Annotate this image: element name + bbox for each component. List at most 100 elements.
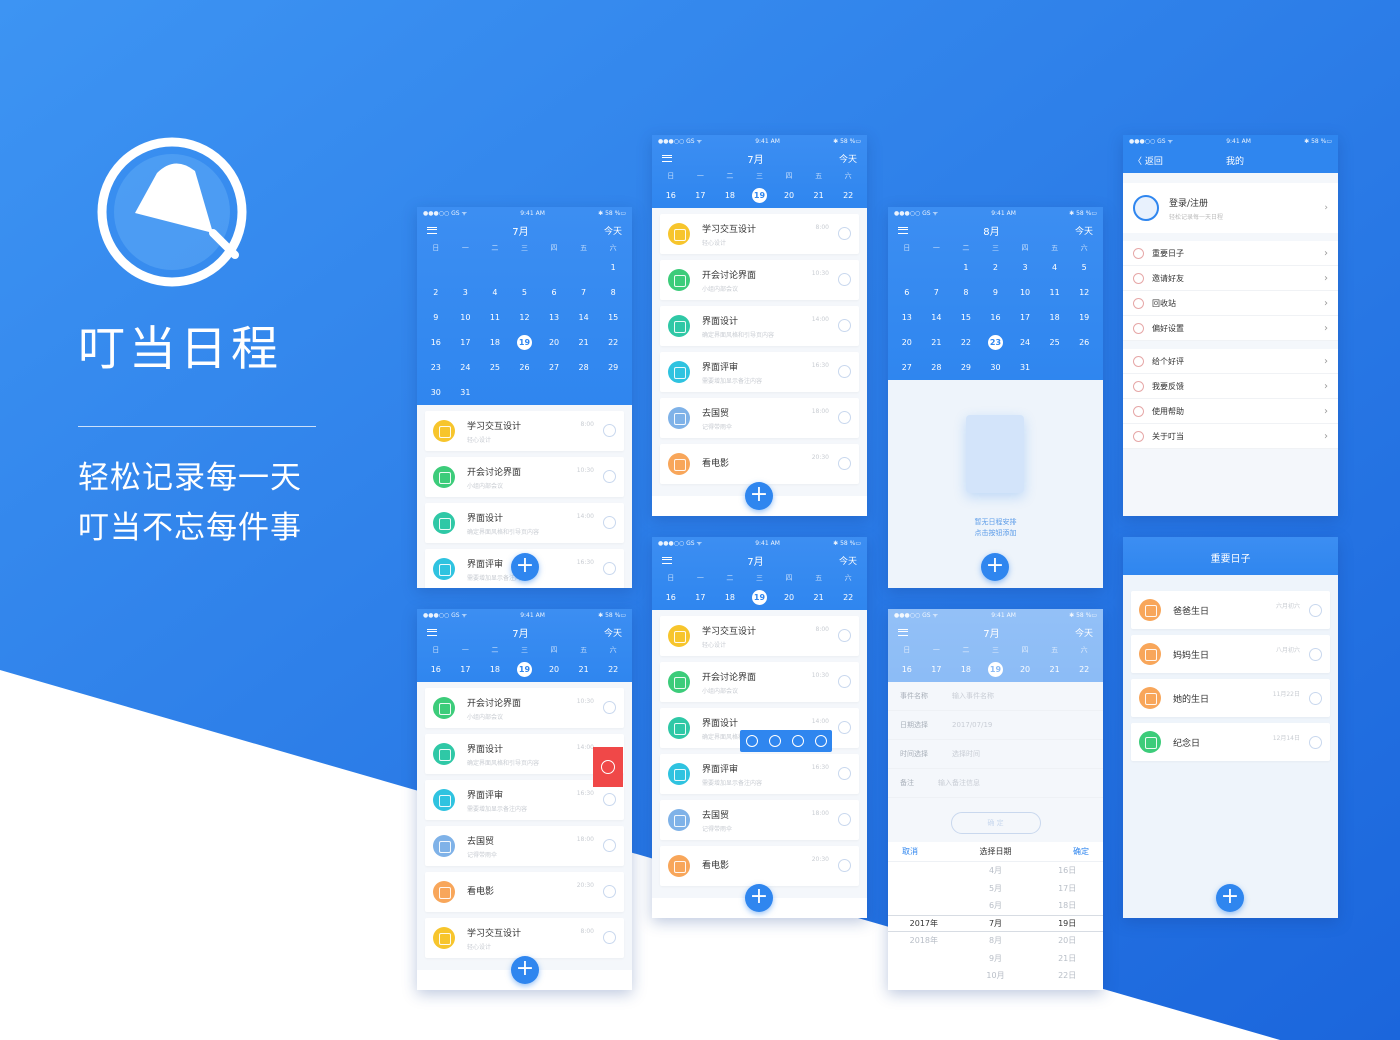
today-button[interactable]: 今天 [604, 224, 622, 237]
bell-icon[interactable] [603, 885, 616, 898]
event-item[interactable]: 学习交互设计 轻心设计 8:00 [425, 918, 624, 958]
calendar-day[interactable]: 17 [454, 657, 476, 682]
calendar-day[interactable]: 21 [573, 330, 595, 355]
bell-icon[interactable] [1309, 604, 1322, 617]
calendar-day[interactable]: 19 [513, 657, 535, 682]
calendar-day[interactable]: 31 [454, 380, 476, 405]
event-item[interactable]: 开会讨论界面 小组内部会议 10:30 [660, 260, 859, 300]
bell-icon[interactable] [603, 931, 616, 944]
calendar-day[interactable]: 6 [896, 280, 918, 305]
calendar-day[interactable]: 19 [748, 183, 770, 208]
calendar-day[interactable]: 11 [484, 305, 506, 330]
calendar-day[interactable]: 21 [925, 330, 947, 355]
bell-icon[interactable] [838, 629, 851, 642]
calendar-day[interactable]: 14 [573, 305, 595, 330]
calendar-day[interactable]: 27 [543, 355, 565, 380]
calendar-day[interactable]: 24 [454, 355, 476, 380]
calendar-day[interactable]: 28 [925, 355, 947, 380]
menu-icon[interactable] [898, 226, 908, 234]
bell-icon[interactable] [838, 227, 851, 240]
calendar-day[interactable]: 10 [1014, 280, 1036, 305]
calendar-day[interactable]: 18 [484, 657, 506, 682]
calendar-day[interactable]: 13 [543, 305, 565, 330]
event-item[interactable]: 界面评审 需要增加显示备注内容 16:30 [660, 754, 859, 794]
calendar-day[interactable]: 16 [984, 305, 1006, 330]
bell-icon[interactable] [838, 813, 851, 826]
bell-icon[interactable] [1309, 692, 1322, 705]
calendar-day[interactable]: 3 [454, 280, 476, 305]
add-button[interactable]: + [745, 482, 773, 510]
reminder-popup[interactable] [740, 730, 832, 752]
menu-item[interactable]: 重要日子 › [1123, 241, 1338, 266]
calendar-day[interactable]: 14 [925, 305, 947, 330]
menu-item[interactable]: 关于叮当 › [1123, 424, 1338, 449]
bell-icon[interactable] [838, 767, 851, 780]
menu-item[interactable]: 邀请好友 › [1123, 266, 1338, 291]
picker-cancel[interactable]: 取消 [902, 846, 918, 857]
selected-day[interactable]: 19 [751, 188, 767, 203]
menu-item[interactable]: 回收站 › [1123, 291, 1338, 316]
picker-row[interactable]: 2018年 8月 20日 [888, 932, 1103, 950]
back-button[interactable]: 〈 返回 [1133, 154, 1163, 167]
bell-icon[interactable] [603, 516, 616, 529]
selected-day[interactable]: 19 [516, 335, 532, 350]
important-day-item[interactable]: 爸爸生日 六月初六 [1131, 591, 1330, 629]
calendar-day[interactable]: 16 [425, 657, 447, 682]
calendar-day[interactable]: 22 [1073, 657, 1095, 682]
bell-icon[interactable] [838, 319, 851, 332]
calendar-day[interactable]: 16 [660, 183, 682, 208]
calendar-day[interactable]: 20 [778, 585, 800, 610]
today-button[interactable]: 今天 [1075, 224, 1093, 237]
calendar-day[interactable]: 12 [513, 305, 535, 330]
event-item[interactable]: 开会讨论界面 小组内部会议 10:30 [660, 662, 859, 702]
bell-icon[interactable] [603, 839, 616, 852]
calendar-day[interactable]: 17 [689, 585, 711, 610]
bell-icon[interactable] [838, 859, 851, 872]
calendar-day[interactable]: 21 [1044, 657, 1066, 682]
calendar-day[interactable]: 6 [543, 280, 565, 305]
calendar-day[interactable]: 29 [602, 355, 624, 380]
calendar-day[interactable]: 31 [1014, 355, 1036, 380]
today-button[interactable]: 今天 [839, 554, 857, 567]
event-item[interactable]: 开会讨论界面 小组内部会议 10:30 [425, 688, 624, 728]
note-field[interactable]: 备注 输入备注信息 [888, 769, 1103, 798]
confirm-button[interactable]: 确 定 [950, 812, 1041, 834]
menu-icon[interactable] [898, 628, 908, 636]
picker-ok[interactable]: 确定 [1073, 846, 1089, 857]
calendar-day[interactable]: 30 [984, 355, 1006, 380]
calendar-day[interactable]: 20 [896, 330, 918, 355]
date-picker[interactable]: 取消 选择日期 确定 4月 16日 5月 17日 6月 18日 2017年 7月 19日 2018年 8… [888, 842, 1103, 990]
menu-icon[interactable] [662, 154, 672, 162]
calendar-day[interactable]: 28 [573, 355, 595, 380]
calendar-day[interactable]: 5 [513, 280, 535, 305]
bell-icon[interactable] [838, 365, 851, 378]
event-item[interactable]: 看电影 20:30 [660, 846, 859, 886]
event-item[interactable]: 界面评审 需要增加显示备注内容 16:30 [660, 352, 859, 392]
bell-icon[interactable] [1309, 736, 1322, 749]
event-item[interactable]: 去国贸 记得带雨伞 18:00 [660, 800, 859, 840]
selected-day[interactable]: 19 [987, 662, 1003, 677]
add-button[interactable]: + [511, 553, 539, 581]
login-row[interactable]: 登录/注册 轻松记录每一天日程 › [1123, 183, 1338, 233]
selected-day[interactable]: 19 [516, 662, 532, 677]
calendar-day[interactable]: 20 [543, 330, 565, 355]
picker-row[interactable]: 2017年 7月 19日 [888, 914, 1103, 932]
calendar-day[interactable]: 22 [837, 183, 859, 208]
bell-icon[interactable] [838, 273, 851, 286]
calendar-day[interactable]: 16 [425, 330, 447, 355]
bell-option-icon[interactable] [814, 735, 827, 747]
important-day-item[interactable]: 妈妈生日 八月初六 [1131, 635, 1330, 673]
calendar-day[interactable]: 21 [808, 585, 830, 610]
calendar-day[interactable]: 18 [955, 657, 977, 682]
bell-icon[interactable] [838, 457, 851, 470]
calendar-day[interactable]: 17 [689, 183, 711, 208]
bell-icon[interactable] [838, 675, 851, 688]
calendar-day[interactable]: 30 [425, 380, 447, 405]
bell-option-icon[interactable] [768, 735, 781, 747]
menu-item[interactable]: 给个好评 › [1123, 349, 1338, 374]
event-item[interactable]: 去国贸 记得带雨伞 18:00 [425, 826, 624, 866]
calendar-day[interactable]: 22 [602, 330, 624, 355]
today-button[interactable]: 今天 [604, 626, 622, 639]
bell-icon[interactable] [603, 701, 616, 714]
bell-icon[interactable] [603, 470, 616, 483]
